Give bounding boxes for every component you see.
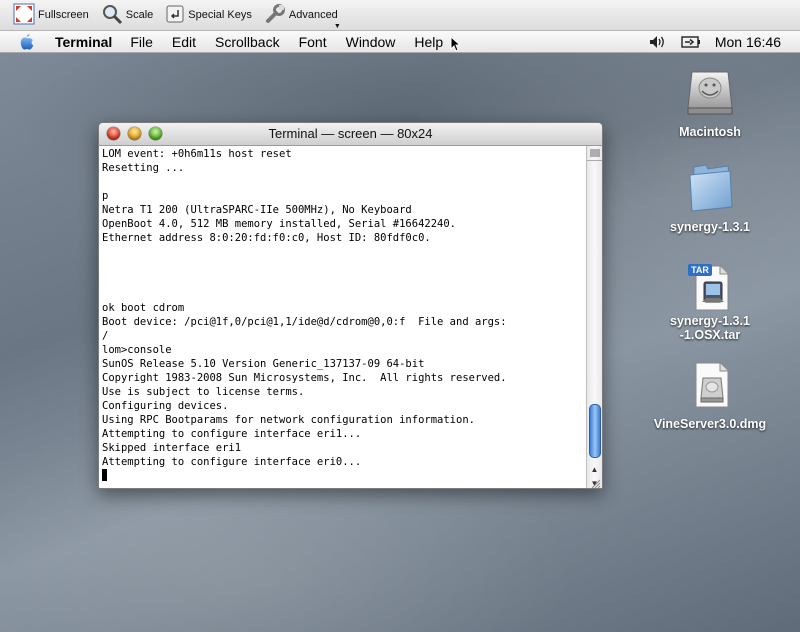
folder-icon [684, 163, 736, 218]
terminal-line: Attempting to configure interface eri1..… [102, 428, 362, 440]
terminal-line: LOM event: +0h6m11s host reset [102, 148, 292, 160]
resize-grip-icon[interactable] [590, 476, 601, 488]
terminal-line: Resetting ... [102, 162, 185, 174]
terminal-line: Using RPC Bootparams for network configu… [102, 414, 475, 426]
desktop-icon-synergy-folder[interactable]: synergy-1.3.1 [650, 163, 770, 234]
terminal-output[interactable]: LOM event: +0h6m11s host reset Resetting … [102, 146, 585, 488]
scrollbar-thumb[interactable] [589, 404, 601, 458]
menu-terminal[interactable]: Terminal [55, 34, 112, 50]
terminal-line: Skipped interface eri1 [102, 442, 242, 454]
desktop-icon-macintosh[interactable]: Macintosh [650, 66, 770, 139]
menu-help[interactable]: Help [414, 34, 443, 50]
fullscreen-label: Fullscreen [38, 9, 89, 21]
terminal-line: Configuring devices. [102, 400, 229, 412]
fullscreen-button[interactable]: Fullscreen [13, 3, 89, 27]
fullscreen-icon [13, 3, 38, 28]
tar-archive-icon: TAR [684, 262, 736, 312]
advanced-button[interactable]: Advanced ▼ [264, 3, 341, 30]
special-keys-button[interactable]: Special Keys [165, 3, 252, 27]
menu-window[interactable]: Window [346, 34, 396, 50]
terminal-line: lom>console [102, 344, 172, 356]
volume-icon[interactable] [649, 35, 667, 49]
desktop-icon-label: synergy-1.3.1 -1.OSX.tar [670, 314, 750, 342]
terminal-line [102, 469, 585, 483]
terminal-line: p [102, 190, 109, 202]
text-cursor [102, 469, 107, 481]
terminal-line: Use is subject to license terms. [102, 386, 305, 398]
terminal-line: Attempting to configure interface eri0..… [102, 456, 362, 468]
magnifier-icon [101, 3, 126, 28]
hard-drive-icon [684, 66, 736, 123]
vnc-toolbar: Fullscreen Scale Special Keys Advanced ▼ [0, 0, 800, 31]
apple-menu-icon[interactable] [18, 33, 36, 51]
window-titlebar[interactable]: Terminal — screen — 80x24 [99, 123, 602, 146]
menu-clock[interactable]: Mon 16:46 [715, 34, 781, 50]
dropdown-arrow-icon: ▼ [333, 23, 341, 30]
menu-edit[interactable]: Edit [172, 34, 196, 50]
menu-file[interactable]: File [130, 34, 153, 50]
desktop-icon-label: VineServer3.0.dmg [653, 417, 767, 431]
disk-image-icon [684, 360, 736, 415]
desktop-icon-synergy-tar[interactable]: TAR synergy-1.3.1 -1.OSX.tar [650, 262, 770, 342]
desktop-icon-vineserver[interactable]: VineServer3.0.dmg [650, 360, 770, 431]
terminal-line: Copyright 1983-2008 Sun Microsystems, In… [102, 372, 507, 384]
advanced-label: Advanced [288, 9, 338, 21]
menu-scrollback[interactable]: Scrollback [215, 34, 280, 50]
terminal-line: Boot device: /pci@1f,0/pci@1,1/ide@d/cdr… [102, 316, 507, 328]
terminal-line: OpenBoot 4.0, 512 MB memory installed, S… [102, 218, 457, 230]
terminal-line: Netra T1 200 (UltraSPARC-IIe 500MHz), No… [102, 204, 412, 216]
menu-bar: Terminal File Edit Scrollback Font Windo… [0, 31, 800, 53]
terminal-window: Terminal — screen — 80x24 LOM event: +0h… [98, 122, 603, 489]
desktop-icon-label: synergy-1.3.1 [670, 220, 750, 234]
terminal-line: ok boot cdrom [102, 302, 185, 314]
split-pane-icon[interactable] [587, 146, 602, 161]
keyboard-key-icon [165, 4, 188, 27]
wrench-icon [264, 3, 289, 28]
battery-icon[interactable] [681, 35, 701, 48]
tar-badge: TAR [691, 265, 709, 275]
terminal-line: Ethernet address 8:0:20:fd:f0:c0, Host I… [102, 232, 431, 244]
scroll-up-arrow-icon[interactable]: ▲ [587, 462, 602, 476]
window-title: Terminal — screen — 80x24 [268, 126, 433, 141]
special-keys-label: Special Keys [188, 9, 252, 21]
scale-label: Scale [125, 9, 154, 21]
terminal-line: / [102, 330, 109, 342]
scale-button[interactable]: Scale [101, 3, 154, 28]
menu-font[interactable]: Font [299, 34, 327, 50]
vertical-scrollbar[interactable]: ▲ ▼ [586, 146, 602, 488]
desktop-icon-label: Macintosh [679, 125, 741, 139]
terminal-line: SunOS Release 5.10 Version Generic_13713… [102, 358, 425, 370]
